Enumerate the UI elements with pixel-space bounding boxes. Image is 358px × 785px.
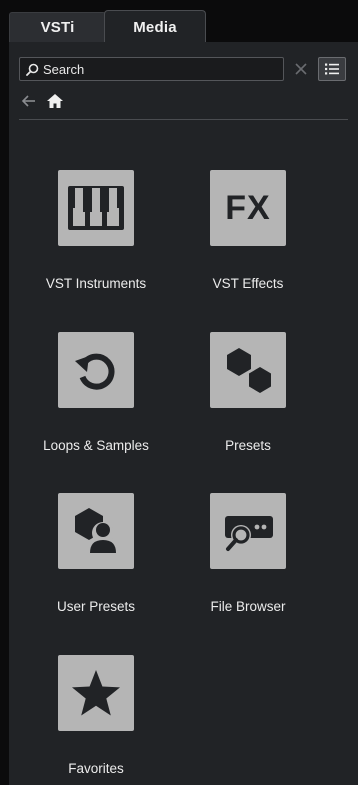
tile-file-browser[interactable]: File Browser	[173, 493, 323, 623]
navigation-divider	[19, 119, 348, 120]
tab-vsti[interactable]: VSTi	[9, 12, 106, 42]
tile-presets[interactable]: Presets	[173, 332, 323, 462]
tile-favorites-box[interactable]	[58, 655, 134, 731]
search-input[interactable]	[43, 61, 273, 77]
list-view-button[interactable]	[318, 57, 346, 81]
piano-keys-icon	[68, 186, 124, 230]
tile-file-browser-label: File Browser	[210, 599, 286, 614]
tile-loops-samples[interactable]: Loops & Samples	[21, 332, 171, 462]
tile-vst-instruments[interactable]: VST Instruments	[21, 170, 171, 300]
star-icon	[72, 670, 120, 716]
home-icon[interactable]	[46, 92, 64, 110]
tab-vsti-label: VSTi	[40, 19, 75, 36]
tile-favorites-label: Favorites	[68, 761, 124, 776]
tile-file-browser-box[interactable]	[210, 493, 286, 569]
media-rack-window: VSTi Media Search VST Instruments FX VST…	[0, 0, 358, 785]
tile-user-presets-label: User Presets	[56, 599, 136, 614]
tile-user-presets[interactable]: User Presets	[21, 493, 171, 623]
tile-loops-samples-label: Loops & Samples	[43, 438, 149, 453]
tile-vst-instruments-label: VST Instruments	[45, 276, 147, 291]
tile-presets-label: Presets	[225, 438, 271, 453]
tile-vst-effects[interactable]: FX VST Effects	[173, 170, 323, 300]
search-row	[19, 57, 347, 81]
hexagons-icon	[227, 348, 271, 393]
arrow-left-icon[interactable]	[21, 93, 37, 109]
fx-icon: FX	[225, 188, 271, 227]
search-icon	[26, 63, 39, 76]
file-browser-icon	[225, 516, 273, 551]
tile-presets-box[interactable]	[210, 332, 286, 408]
user-preset-icon	[75, 508, 116, 553]
loop-icon	[75, 353, 115, 390]
tab-media-label: Media	[133, 18, 177, 36]
search-box[interactable]	[19, 57, 284, 81]
tile-vst-effects-box[interactable]: FX	[210, 170, 286, 246]
tile-vst-effects-label: VST Effects	[212, 276, 284, 291]
list-view-icon	[325, 63, 339, 75]
navigation-row	[19, 89, 349, 115]
tile-user-presets-box[interactable]	[58, 493, 134, 569]
tile-favorites[interactable]: Favorites	[21, 655, 171, 785]
tile-vst-instruments-box[interactable]	[58, 170, 134, 246]
clear-search-button[interactable]	[291, 59, 311, 79]
tab-bar: VSTi Media	[0, 0, 358, 43]
tab-media[interactable]: Media	[104, 10, 206, 43]
close-icon	[295, 63, 307, 75]
tile-loops-samples-box[interactable]	[58, 332, 134, 408]
